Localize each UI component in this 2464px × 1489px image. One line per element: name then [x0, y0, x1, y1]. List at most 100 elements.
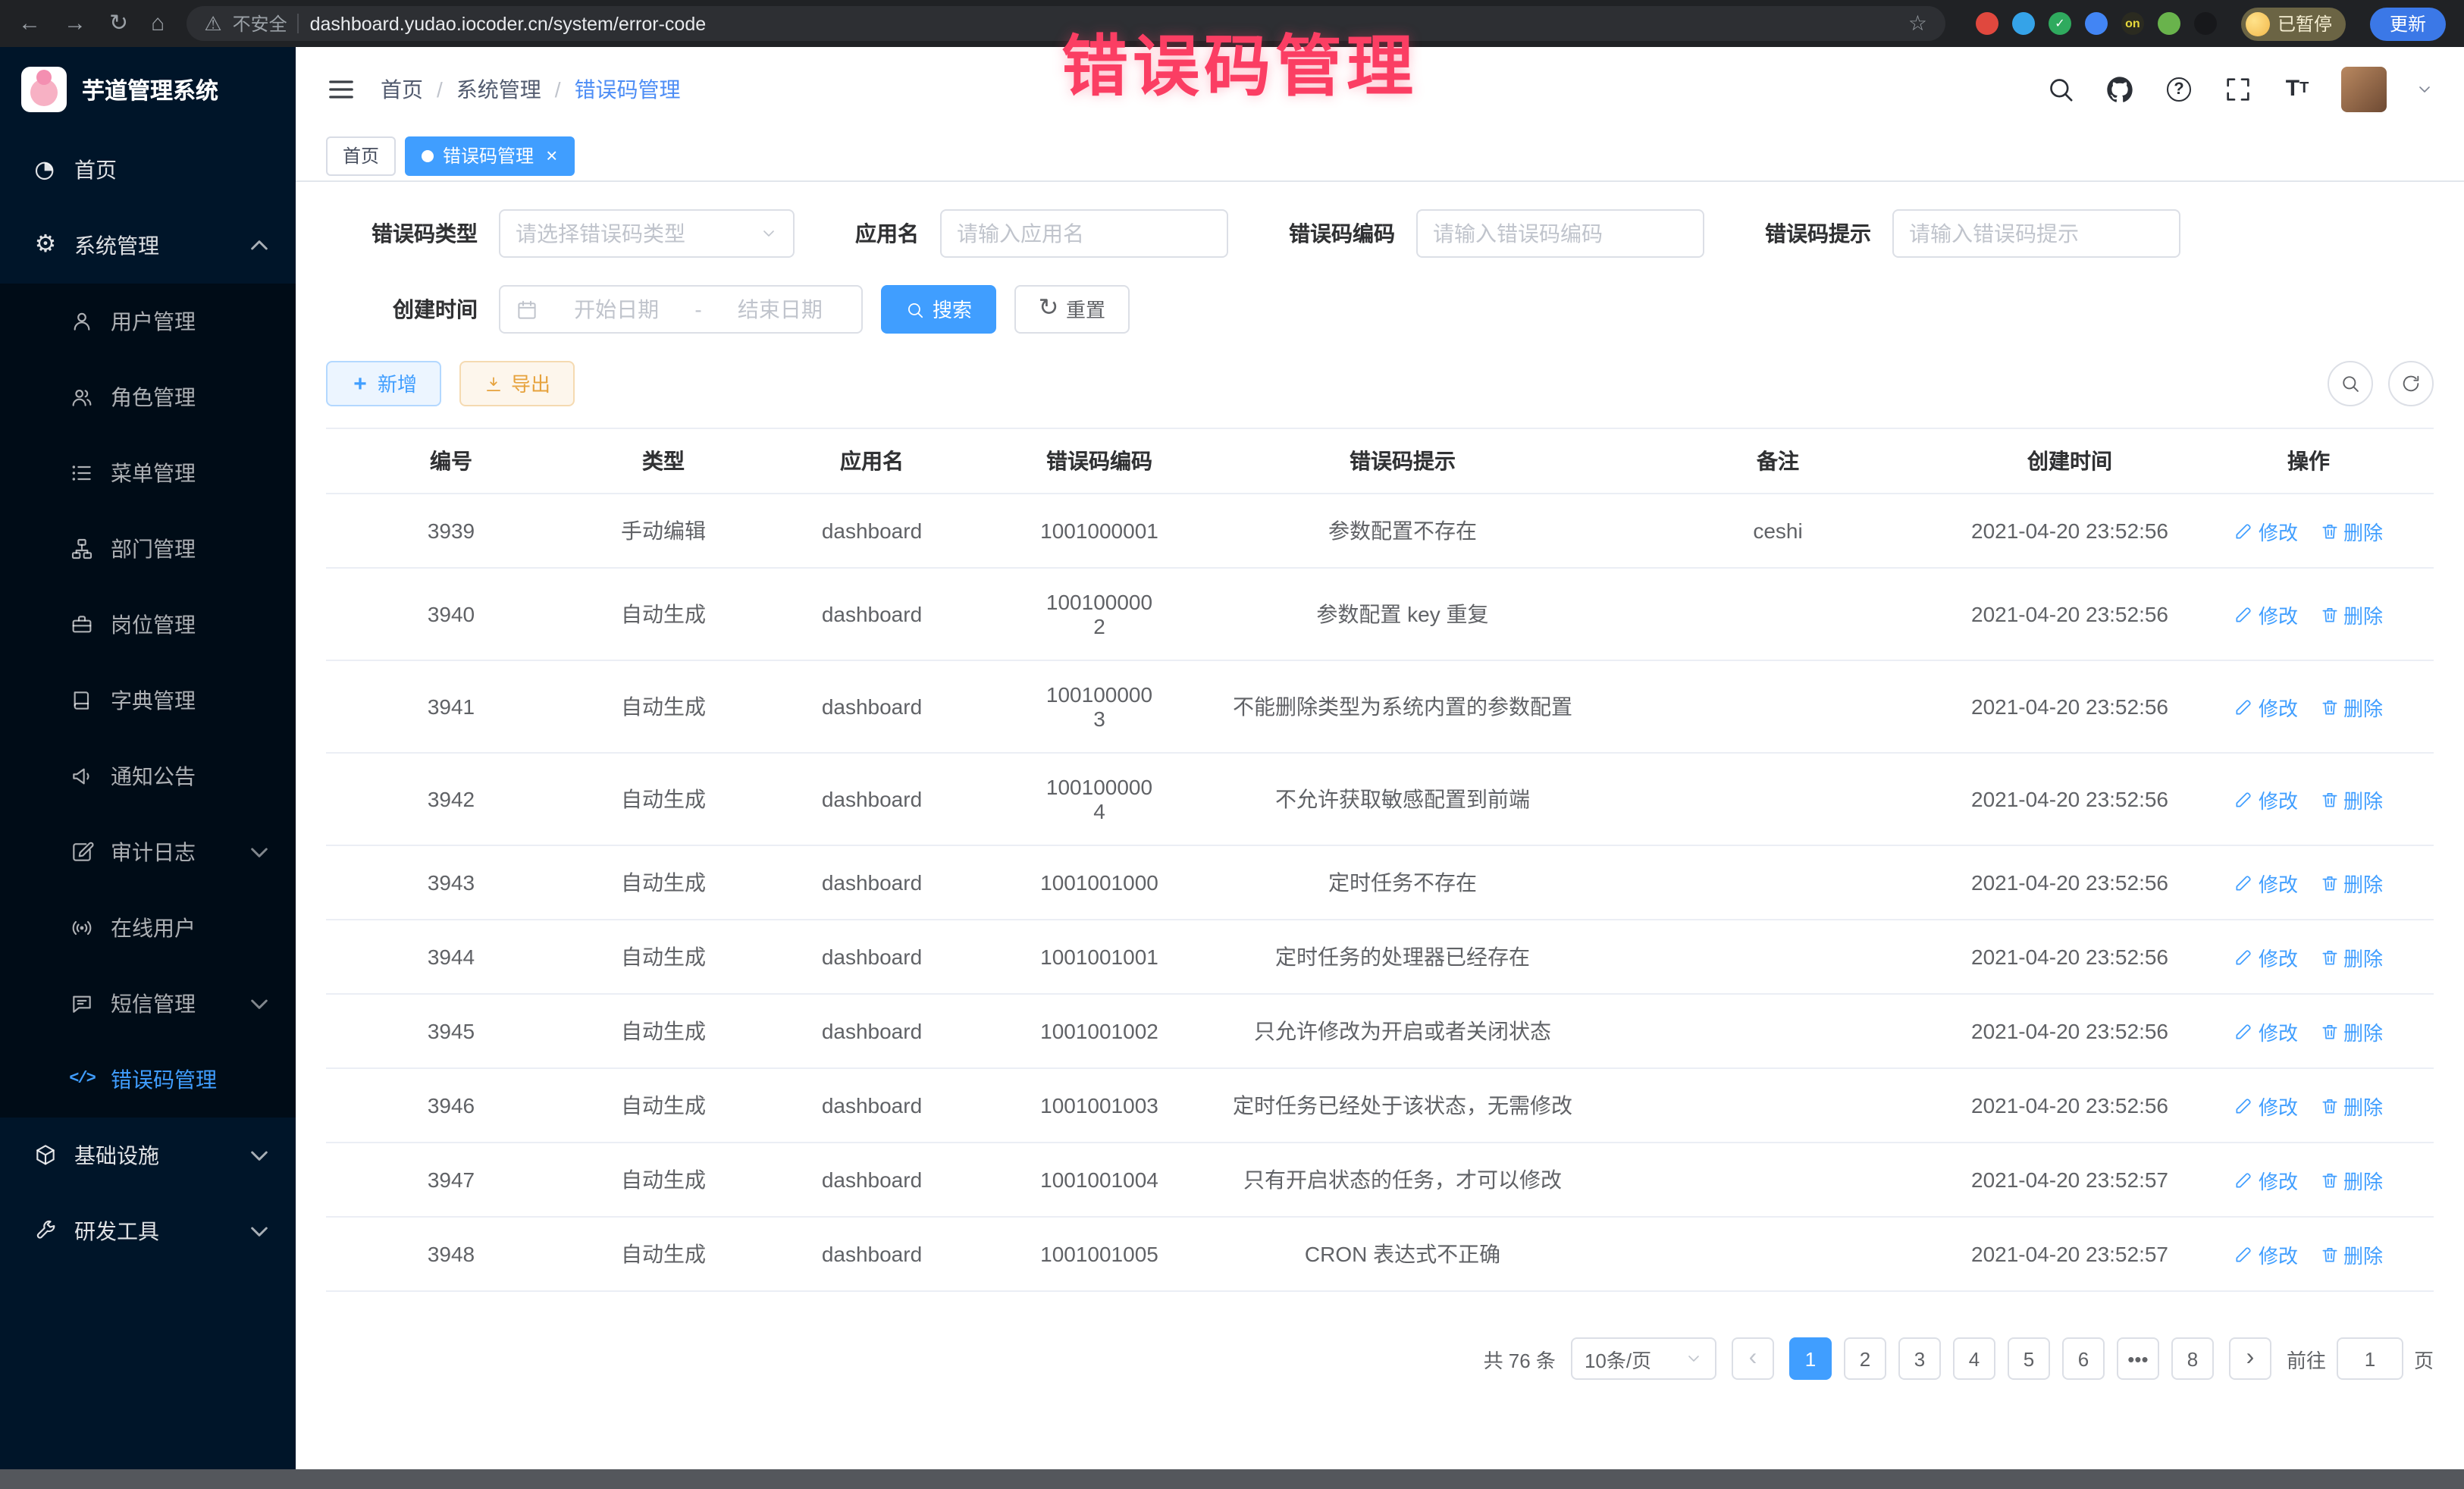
sidebar-item-6[interactable]: 岗位管理 [0, 587, 296, 663]
user-avatar[interactable] [2341, 66, 2387, 111]
tab-1[interactable]: 错误码管理× [405, 136, 574, 175]
page-button-6[interactable]: 6 [2062, 1337, 2105, 1380]
page-size-select[interactable]: 10条/页 [1571, 1337, 1716, 1380]
add-button[interactable]: + 新增 [326, 361, 441, 406]
profile-paused-badge[interactable]: 已暂停 [2241, 7, 2346, 40]
bookmark-star-icon[interactable]: ☆ [1908, 11, 1927, 36]
filter-row-1: 错误码类型 请选择错误码类型 应用名 错误码编码 [326, 209, 2434, 258]
sidebar-item-1[interactable]: ⚙系统管理 [0, 208, 296, 284]
sidebar-item-12[interactable]: </>错误码管理 [0, 1042, 296, 1118]
tab-close-icon[interactable]: × [546, 146, 557, 165]
extension-blue-drop-icon[interactable] [2012, 12, 2035, 35]
edit-link[interactable]: 修改 [2234, 1091, 2298, 1120]
sidebar-item-13[interactable]: 基础设施 [0, 1118, 296, 1193]
sidebar-item-5[interactable]: 部门管理 [0, 511, 296, 587]
delete-link[interactable]: 删除 [2319, 1165, 2383, 1194]
error-type-select[interactable]: 请选择错误码类型 [499, 209, 795, 258]
app-name-input[interactable] [957, 221, 1212, 246]
sidebar-item-10[interactable]: 在线用户 [0, 890, 296, 966]
back-icon[interactable]: ← [18, 12, 41, 35]
goto-page-input[interactable] [2337, 1337, 2403, 1380]
edit-link[interactable]: 修改 [2234, 1017, 2298, 1045]
delete-link[interactable]: 删除 [2319, 1017, 2383, 1045]
hamburger-icon[interactable] [326, 74, 356, 104]
tab-0[interactable]: 首页 [326, 136, 396, 175]
extension-pin-icon[interactable] [2194, 12, 2217, 35]
cell-id: 3944 [326, 920, 576, 994]
address-divider [298, 14, 299, 33]
edit-link[interactable]: 修改 [2234, 1240, 2298, 1268]
sidebar: 芋道管理系统 首页⚙系统管理用户管理角色管理菜单管理部门管理岗位管理字典管理通知… [0, 47, 296, 1489]
address-bar[interactable]: ⚠ 不安全 dashboard.yudao.iocoder.cn/system/… [186, 6, 1945, 41]
edit-link[interactable]: 修改 [2234, 1165, 2298, 1194]
delete-link[interactable]: 删除 [2319, 868, 2383, 897]
cell-app: dashboard [751, 1217, 993, 1291]
delete-link[interactable]: 删除 [2319, 600, 2383, 629]
sidebar-item-14[interactable]: 研发工具 [0, 1193, 296, 1269]
reload-icon[interactable]: ↻ [109, 12, 128, 35]
sidebar-item-4[interactable]: 菜单管理 [0, 435, 296, 511]
help-icon[interactable]: ? [2164, 74, 2194, 104]
page-button-2[interactable]: 2 [1844, 1337, 1886, 1380]
table-row: 3941自动生成dashboard100100000 3不能删除类型为系统内置的… [326, 660, 2434, 753]
page-button-5[interactable]: 5 [2008, 1337, 2050, 1380]
cell-code: 1001001002 [993, 994, 1205, 1068]
edit-link[interactable]: 修改 [2234, 516, 2298, 545]
error-hint-input[interactable] [1909, 221, 2164, 246]
page-button-4[interactable]: 4 [1953, 1337, 1995, 1380]
delete-link[interactable]: 删除 [2319, 1240, 2383, 1268]
delete-link[interactable]: 删除 [2319, 516, 2383, 545]
home-icon[interactable]: ⌂ [151, 12, 165, 35]
page-button-8[interactable]: 8 [2171, 1337, 2214, 1380]
delete-link[interactable]: 删除 [2319, 942, 2383, 971]
extension-red-icon[interactable] [1976, 12, 1998, 35]
sidebar-item-9[interactable]: 审计日志 [0, 814, 296, 890]
prev-page-button[interactable]: ‹ [1732, 1337, 1774, 1380]
edit-link[interactable]: 修改 [2234, 785, 2298, 813]
edit-link[interactable]: 修改 [2234, 942, 2298, 971]
chevron-down-icon [247, 992, 271, 1016]
page-button-1[interactable]: 1 [1789, 1337, 1832, 1380]
toggle-search-button[interactable] [2328, 361, 2373, 406]
reset-button[interactable]: ↻ 重置 [1014, 285, 1130, 334]
cell-app: dashboard [751, 1068, 993, 1143]
breadcrumb-item[interactable]: 首页 [381, 74, 423, 104]
edit-link[interactable]: 修改 [2234, 692, 2298, 721]
page-button-3[interactable]: 3 [1898, 1337, 1941, 1380]
search-icon[interactable] [2045, 74, 2076, 104]
chrome-update-button[interactable]: 更新 [2370, 7, 2446, 40]
edit-link[interactable]: 修改 [2234, 868, 2298, 897]
fullscreen-icon[interactable] [2223, 74, 2253, 104]
avatar-caret-icon[interactable] [2415, 80, 2434, 98]
search-button[interactable]: 搜索 [881, 285, 996, 334]
sidebar-item-8[interactable]: 通知公告 [0, 738, 296, 814]
cell-time: 2021-04-20 23:52:57 [1956, 1217, 2183, 1291]
sidebar-item-11[interactable]: 短信管理 [0, 966, 296, 1042]
extension-leaf-icon[interactable] [2158, 12, 2180, 35]
delete-link[interactable]: 删除 [2319, 692, 2383, 721]
delete-link[interactable]: 删除 [2319, 1091, 2383, 1120]
extension-grid-icon[interactable] [2085, 12, 2108, 35]
delete-link[interactable]: 删除 [2319, 785, 2383, 813]
breadcrumb-item[interactable]: 系统管理 [456, 74, 541, 104]
sidebar-item-0[interactable]: 首页 [0, 132, 296, 208]
edit-link[interactable]: 修改 [2234, 600, 2298, 629]
export-button[interactable]: 导出 [459, 361, 575, 406]
date-range-picker[interactable]: 开始日期 - 结束日期 [499, 285, 863, 334]
extension-on-badge-icon[interactable]: on [2121, 12, 2144, 35]
trash-icon [2319, 604, 2339, 624]
github-icon[interactable] [2105, 74, 2135, 104]
sidebar-item-7[interactable]: 字典管理 [0, 663, 296, 738]
app-logo[interactable]: 芋道管理系统 [0, 47, 296, 132]
forward-icon[interactable]: → [64, 12, 86, 35]
next-page-button[interactable]: › [2229, 1337, 2271, 1380]
breadcrumb-item[interactable]: 错误码管理 [575, 74, 681, 104]
sidebar-item-2[interactable]: 用户管理 [0, 284, 296, 359]
refresh-table-button[interactable] [2388, 361, 2434, 406]
sidebar-item-3[interactable]: 角色管理 [0, 359, 296, 435]
extension-green-check-icon[interactable]: ✓ [2049, 12, 2071, 35]
page-button-•••[interactable]: ••• [2117, 1337, 2159, 1380]
error-code-input[interactable] [1433, 221, 1688, 246]
cell-ops: 修改删除 [2183, 753, 2434, 845]
font-size-icon[interactable]: TT [2282, 74, 2312, 104]
